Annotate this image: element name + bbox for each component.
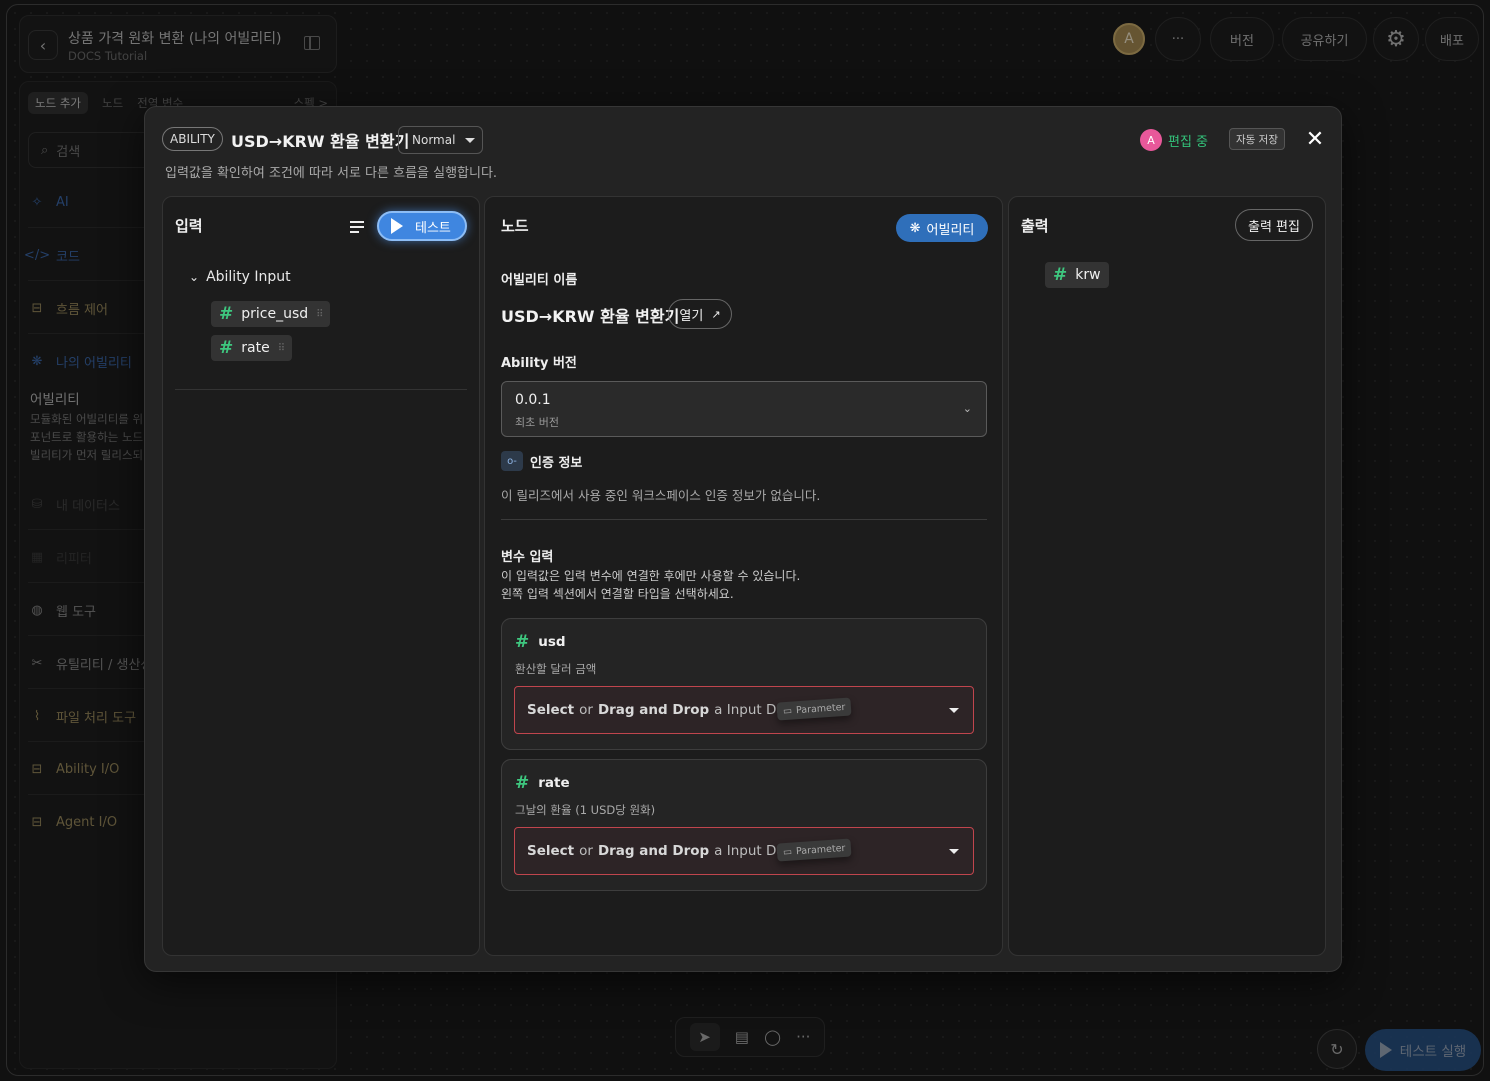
ability-input-group[interactable]: ⌄ Ability Input — [189, 269, 291, 285]
node-divider — [501, 519, 987, 520]
variable-card: # usd 환산할 달러 금액 Select or Drag and Drop … — [501, 618, 987, 750]
field-name: krw — [1075, 267, 1101, 283]
parameter-tag: ▭ Parameter — [776, 838, 852, 862]
variable-name: # usd — [515, 632, 566, 652]
caret-down-icon — [949, 708, 959, 713]
version-label: Ability 버전 — [501, 356, 577, 371]
number-type-icon: # — [515, 773, 530, 793]
drag-text: Drag and Drop — [597, 843, 710, 859]
input-field-chip[interactable]: # price_usd ⠿ — [211, 301, 331, 327]
chevron-down-icon: ⌄ — [962, 402, 972, 415]
desc-line: 이 입력값은 입력 변수에 연결한 후에만 사용할 수 있습니다. — [501, 569, 801, 583]
edit-output-button[interactable]: 출력 편집 — [1235, 209, 1313, 241]
variable-name-text: rate — [538, 775, 570, 791]
number-type-icon: # — [515, 632, 530, 652]
open-ability-button[interactable]: 열기 ↗ — [668, 299, 732, 329]
node-panel-title: 노드 — [501, 217, 529, 235]
variable-drop-select[interactable]: Select or Drag and Drop a Input Data ▭ Pa… — [514, 827, 974, 875]
caret-down-icon — [465, 137, 476, 143]
drag-text: Drag and Drop — [597, 702, 710, 718]
version-select[interactable]: 0.0.1 최초 버전 ⌄ — [501, 381, 987, 437]
mode-value: Normal — [412, 133, 456, 147]
number-type-icon: # — [1053, 265, 1068, 285]
input-panel: 입력 테스트 ⌄ Ability Input # price_usd ⠿ # r… — [162, 196, 480, 956]
variable-name: # rate — [515, 773, 570, 793]
parameter-tag-label: Parameter — [795, 701, 846, 716]
output-panel: 출력 출력 편집 # krw — [1008, 196, 1326, 956]
output-panel-title: 출력 — [1021, 217, 1049, 235]
output-field-chip[interactable]: # krw — [1045, 262, 1109, 288]
close-button[interactable]: ✕ — [1303, 126, 1327, 152]
editing-label: 편집 중 — [1168, 134, 1209, 150]
autosave-button[interactable]: 자동 저장 — [1229, 128, 1285, 150]
close-icon: ✕ — [1305, 126, 1325, 152]
key-icon: o‑ — [501, 451, 523, 471]
variable-name-text: usd — [538, 634, 566, 650]
variable-input-label: 변수 입력 — [501, 550, 554, 565]
parameter-icon: ▭ — [782, 846, 793, 858]
desc-line: 왼쪽 입력 섹션에서 연결할 타입을 선택하세요. — [501, 587, 734, 601]
test-label: 테스트 — [415, 220, 451, 236]
ability-pill-label: 어빌리티 — [926, 222, 975, 238]
ability-icon: ❋ — [909, 220, 921, 236]
ability-badge: ABILITY — [162, 127, 223, 151]
drag-handle-icon[interactable]: ⠿ — [278, 343, 285, 354]
chevron-down-icon: ⌄ — [189, 270, 200, 284]
ability-name-label: 어빌리티 이름 — [501, 273, 578, 288]
select-text: Select — [527, 843, 575, 859]
group-label: Ability Input — [206, 269, 291, 285]
ability-node-modal: ABILITY USD→KRW 환율 변환기 Normal 입력값을 확인하여 … — [144, 106, 1342, 972]
field-name: price_usd — [241, 306, 309, 322]
input-divider — [175, 389, 467, 390]
input-panel-title: 입력 — [175, 217, 203, 235]
number-type-icon: # — [219, 338, 234, 358]
test-button[interactable]: 테스트 — [377, 211, 467, 241]
editing-status: A 편집 중 — [1140, 129, 1208, 151]
variable-desc: 환산할 달러 금액 — [515, 662, 597, 676]
modal-description: 입력값을 확인하여 조건에 따라 서로 다른 흐름을 실행합니다. — [165, 166, 498, 181]
input-field-chip[interactable]: # rate ⠿ — [211, 335, 293, 361]
version-value: 0.0.1 — [515, 392, 551, 408]
parameter-icon: ▭ — [782, 705, 793, 717]
open-label: 열기 — [679, 308, 704, 324]
node-panel: 노드 ❋ 어빌리티 어빌리티 이름 USD→KRW 환율 변환기 열기 ↗ Ab… — [484, 196, 1003, 956]
parameter-tag: ▭ Parameter — [776, 697, 852, 721]
field-name: rate — [241, 340, 270, 356]
ability-type-pill: ❋ 어빌리티 — [896, 214, 988, 242]
caret-down-icon — [949, 849, 959, 854]
drag-handle-icon[interactable]: ⠿ — [316, 309, 323, 320]
select-text: Select — [527, 702, 575, 718]
auth-label: 인증 정보 — [530, 456, 583, 471]
parameter-tag-label: Parameter — [795, 842, 846, 857]
auth-description: 이 릴리즈에서 사용 중인 워크스페이스 인증 정보가 없습니다. — [501, 488, 821, 503]
or-text: or — [579, 843, 593, 859]
play-icon — [391, 218, 403, 234]
or-text: or — [579, 702, 593, 718]
variable-input-desc: 이 입력값은 입력 변수에 연결한 후에만 사용할 수 있습니다. 왼쪽 입력 … — [501, 567, 800, 603]
variable-card: # rate 그날의 환율 (1 USD당 원화) Select or Drag… — [501, 759, 987, 891]
list-icon[interactable] — [350, 221, 364, 236]
mode-dropdown[interactable]: Normal — [398, 126, 483, 154]
version-sub: 최초 버전 — [515, 416, 559, 429]
variable-drop-select[interactable]: Select or Drag and Drop a Input Data ▭ Pa… — [514, 686, 974, 734]
external-link-icon: ↗ — [711, 307, 721, 321]
variable-desc: 그날의 환율 (1 USD당 원화) — [515, 803, 656, 817]
number-type-icon: # — [219, 304, 234, 324]
modal-title: USD→KRW 환율 변환기 — [231, 132, 410, 151]
editor-avatar: A — [1140, 129, 1162, 151]
ability-name-value: USD→KRW 환율 변환기 — [501, 307, 680, 326]
